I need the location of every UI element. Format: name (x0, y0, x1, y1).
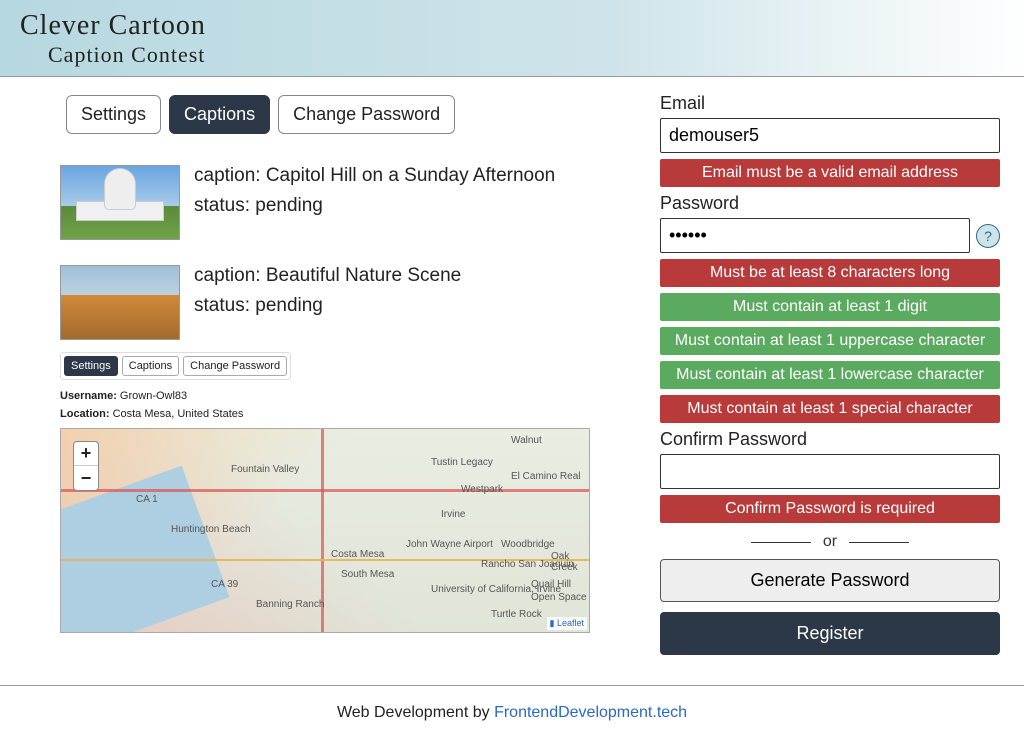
map-place-label: Walnut (511, 435, 542, 446)
confirm-password-error: Confirm Password is required (660, 495, 1000, 523)
email-label: Email (660, 93, 1000, 114)
email-input[interactable] (660, 118, 1000, 153)
map-place-label: Woodbridge (501, 539, 555, 550)
app-header: Clever Cartoon Caption Contest (0, 0, 1024, 77)
main-tab-bar: Settings Captions Change Password (60, 89, 620, 140)
register-form: Email Email must be a valid email addres… (660, 89, 1000, 655)
zoom-out-button[interactable]: − (74, 466, 98, 490)
footer-prefix: Web Development by (337, 704, 494, 721)
confirm-password-input[interactable] (660, 454, 1000, 489)
password-input[interactable] (660, 218, 970, 253)
password-label: Password (660, 193, 1000, 214)
map-place-label: University of California, Irvine (431, 584, 561, 595)
generate-password-button[interactable]: Generate Password (660, 559, 1000, 602)
profile-meta: Username: Grown-Owl83 Location: Costa Me… (60, 390, 620, 420)
mini-tab-change-password[interactable]: Change Password (183, 356, 287, 376)
map-place-label: El Camino Real (511, 471, 580, 482)
password-validation: Must contain at least 1 lowercase charac… (660, 361, 1000, 389)
caption-item: caption: Capitol Hill on a Sunday Aftern… (60, 165, 620, 240)
footer-link[interactable]: FrontendDevelopment.tech (494, 704, 687, 721)
mini-tab-bar: Settings Captions Change Password (60, 352, 291, 380)
map-place-label: CA 39 (211, 579, 238, 590)
map-place-label: Irvine (441, 509, 465, 520)
map-attribution[interactable]: ▮ Leaflet (547, 617, 588, 630)
left-column: Settings Captions Change Password captio… (60, 89, 620, 655)
map-place-label: Rancho San Joaquin (481, 559, 574, 570)
main-container: Settings Captions Change Password captio… (0, 77, 1024, 686)
app-title-line2: Caption Contest (48, 42, 1004, 68)
password-validation: Must be at least 8 characters long (660, 259, 1000, 287)
tab-settings[interactable]: Settings (66, 95, 161, 134)
caption-status: status: pending (194, 295, 461, 317)
map-place-label: Westpark (461, 484, 503, 495)
mini-tab-captions[interactable]: Captions (122, 356, 179, 376)
caption-thumbnail-capitol[interactable] (60, 165, 180, 240)
username-value: Grown-Owl83 (120, 390, 187, 402)
app-title-line1: Clever Cartoon (20, 10, 1004, 42)
confirm-password-label: Confirm Password (660, 429, 1000, 450)
map-place-label: Banning Ranch (256, 599, 324, 610)
caption-status: status: pending (194, 195, 555, 217)
or-text: or (823, 533, 837, 551)
tab-captions[interactable]: Captions (169, 95, 270, 134)
caption-item: caption: Beautiful Nature Scene status: … (60, 265, 620, 340)
password-validation: Must contain at least 1 digit (660, 293, 1000, 321)
caption-thumbnail-nature[interactable] (60, 265, 180, 340)
location-value: Costa Mesa, United States (113, 408, 244, 420)
caption-text: caption: Capitol Hill on a Sunday Aftern… (194, 165, 555, 225)
password-validation: Must contain at least 1 special characte… (660, 395, 1000, 423)
map-place-label: Huntington Beach (171, 524, 251, 535)
map-place-label: South Mesa (341, 569, 394, 580)
password-validation: Must contain at least 1 uppercase charac… (660, 327, 1000, 355)
map-place-label: Tustin Legacy (431, 457, 493, 468)
password-help-icon[interactable]: ? (976, 224, 1000, 248)
zoom-in-button[interactable]: + (74, 442, 98, 466)
map-place-label: Costa Mesa (331, 549, 384, 560)
or-divider: or (660, 533, 1000, 551)
caption-label: caption: Beautiful Nature Scene (194, 265, 461, 287)
email-error: Email must be a valid email address (660, 159, 1000, 187)
map-place-label: CA 1 (136, 494, 158, 505)
register-button[interactable]: Register (660, 612, 1000, 655)
tab-change-password[interactable]: Change Password (278, 95, 455, 134)
map-place-label: Turtle Rock (491, 609, 542, 620)
caption-label: caption: Capitol Hill on a Sunday Aftern… (194, 165, 555, 187)
mini-tab-settings[interactable]: Settings (64, 356, 118, 376)
footer: Web Development by FrontendDevelopment.t… (0, 686, 1024, 740)
map-place-label: Fountain Valley (231, 464, 299, 475)
location-map[interactable]: + − Fountain Valley Huntington Beach Costa… (60, 428, 590, 633)
map-place-label: John Wayne Airport (406, 539, 493, 550)
map-zoom-control: + − (73, 441, 99, 491)
username-label: Username: (60, 390, 117, 402)
location-label: Location: (60, 408, 110, 420)
caption-text: caption: Beautiful Nature Scene status: … (194, 265, 461, 325)
